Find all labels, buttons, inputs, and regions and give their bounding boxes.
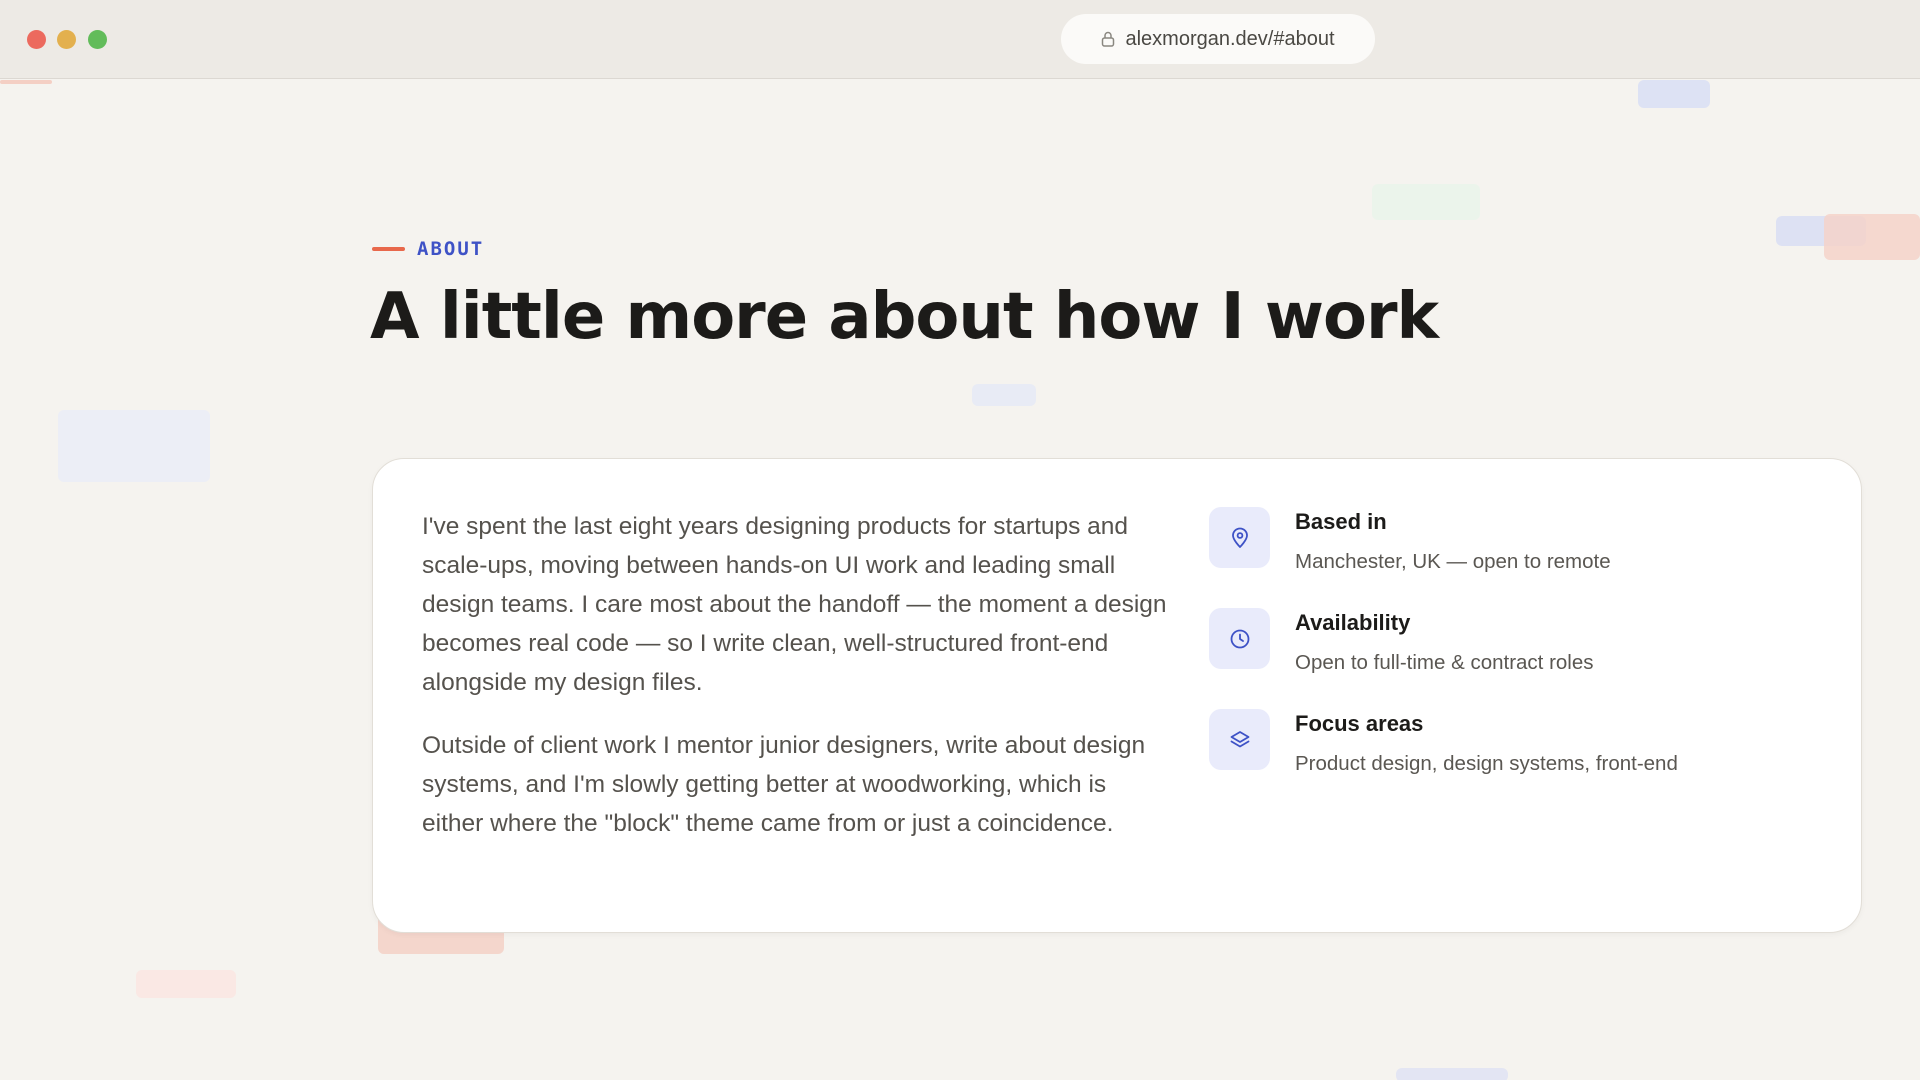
bio-text: I've spent the last eight years designin… [422, 507, 1167, 867]
bio-paragraph-2: Outside of client work I mentor junior d… [422, 732, 1146, 837]
fact-focus-areas: Focus areas Product design, design syste… [1209, 709, 1809, 810]
page-content: ABOUT A little more about how I work I'v… [0, 80, 1920, 1080]
page-title: A little more about how I work [370, 280, 1439, 354]
decorative-block [1824, 214, 1920, 260]
decorative-block [0, 80, 52, 84]
lock-icon [1102, 31, 1115, 47]
minimize-window-button[interactable] [57, 30, 76, 49]
browser-toolbar: alexmorgan.dev/#about [0, 0, 1920, 79]
close-window-button[interactable] [27, 30, 46, 49]
url-text: alexmorgan.dev/#about [1125, 27, 1335, 50]
decorative-block [972, 384, 1036, 406]
decorative-block [1372, 184, 1480, 220]
about-card: I've spent the last eight years designin… [372, 458, 1862, 933]
bio-paragraph-1: I've spent the last eight years designin… [422, 513, 1167, 696]
fact-value: Product design, design systems, front-en… [1295, 752, 1678, 775]
fact-label: Availability [1295, 610, 1411, 635]
decorative-block [58, 410, 210, 482]
facts-list: Based in Manchester, UK — open to remote… [1209, 507, 1809, 810]
clock-icon [1209, 608, 1270, 669]
section-eyebrow: ABOUT [372, 238, 484, 260]
fact-based-in: Based in Manchester, UK — open to remote [1209, 507, 1809, 608]
fact-availability: Availability Open to full-time & contrac… [1209, 608, 1809, 709]
decorative-block [1396, 1068, 1508, 1080]
fact-label: Focus areas [1295, 711, 1424, 736]
fact-value: Open to full-time & contract roles [1295, 651, 1594, 674]
layers-icon [1209, 709, 1270, 770]
eyebrow-accent-line [372, 247, 405, 251]
maximize-window-button[interactable] [88, 30, 107, 49]
fact-value: Manchester, UK — open to remote [1295, 550, 1611, 573]
fact-label: Based in [1295, 509, 1387, 534]
eyebrow-label: ABOUT [417, 238, 485, 260]
map-pin-icon [1209, 507, 1270, 568]
decorative-block [1638, 80, 1710, 108]
decorative-block [136, 970, 236, 998]
address-bar[interactable]: alexmorgan.dev/#about [1061, 14, 1375, 64]
